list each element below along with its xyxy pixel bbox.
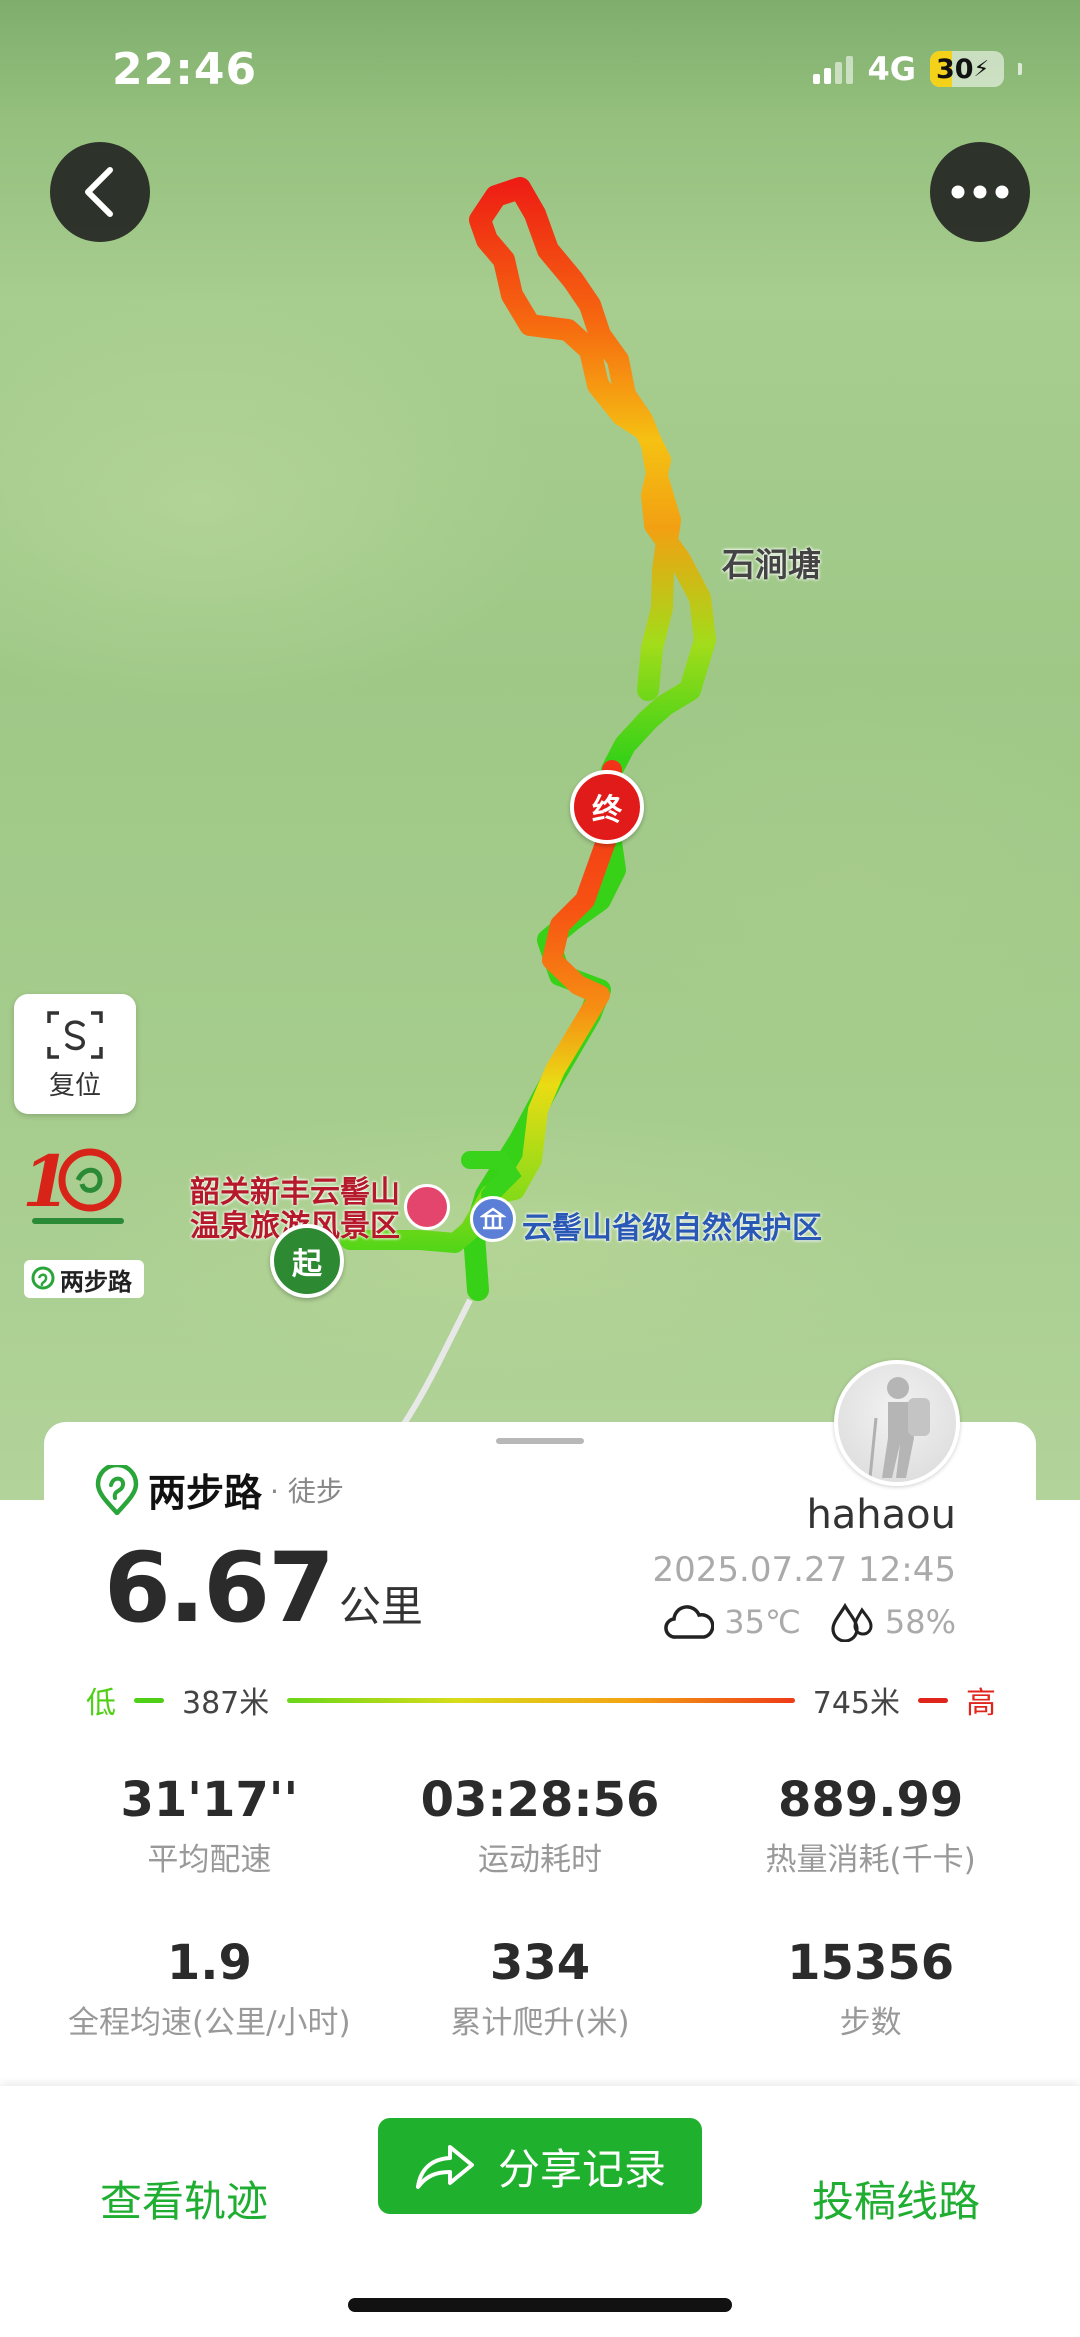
share-label: 分享记录 [497,2144,666,2194]
hiker-avatar-icon [868,1377,930,1478]
stat-value: 889.99 [778,1772,964,1828]
distance: 6.67 公里 [104,1532,423,1644]
stat-value: 03:28:56 [420,1772,660,1828]
submit-route-button[interactable]: 投稿线路 [812,2168,980,2229]
stat-label: 步数 [839,2005,902,2041]
summary-card[interactable]: 两步路 · 徒步 hahaou 2025.07.27 12:45 35℃ 58%… [44,1360,1036,2122]
distance-value: 6.67 [104,1532,335,1644]
signal-icon [813,54,854,84]
humidity: 58% [884,1603,956,1641]
stat-label: 全程均速(公里/小时) [68,2005,351,2041]
reset-view-button[interactable]: 复位 [14,994,136,1114]
recenter-icon [47,1010,103,1059]
network-type: 4G [867,50,916,88]
battery-level: 30 [936,53,974,85]
elevation-legend: 低 387米 745米 高 [86,1678,996,1722]
watermark-brand-text: 两步路 [60,1267,132,1296]
stat-calories: 889.99 热量消耗(千卡) [705,1772,1036,1879]
end-marker[interactable]: 终 [570,770,644,844]
stat-value: 31'17'' [120,1772,299,1828]
battery-icon: 30 ⚡ [930,51,1004,87]
low-color-swatch [134,1697,164,1703]
weather-info: 35℃ 58% [664,1602,956,1642]
home-indicator[interactable] [348,2298,732,2312]
elevation-high-value: 745米 [812,1686,900,1721]
activity-type: · 徒步 [270,1474,344,1508]
stat-label: 热量消耗(千卡) [765,1842,976,1878]
elevation-low-value: 387米 [182,1686,270,1721]
more-dots-icon [951,185,1009,199]
elevation-high-label: 高 [966,1686,996,1721]
share-arrow-icon [415,2145,474,2189]
brand-logo-icon [31,1266,55,1290]
stat-duration: 03:28:56 运动耗时 [375,1772,706,1879]
track-path-upper [463,177,716,1301]
chevron-left-icon [85,167,113,217]
brand-logo-icon [95,1464,139,1515]
elevation-gradient-bar [287,1697,795,1703]
reset-label: 复位 [48,1070,101,1101]
stat-avg-speed: 1.9 全程均速(公里/小时) [44,1935,375,2042]
stat-steps: 15356 步数 [705,1935,1036,2042]
spa-label-line1: 韶关新丰云髻山 [190,1175,400,1210]
map-label-village: 石涧塘 [722,545,821,584]
view-track-button[interactable]: 查看轨迹 [100,2168,268,2229]
distance-unit: 公里 [338,1582,423,1631]
temperature: 35℃ [724,1603,801,1641]
track-path-lower [340,760,622,1253]
brand-name: 两步路 [148,1471,263,1515]
track-layer [340,177,716,1432]
more-button[interactable] [930,142,1030,242]
elevation-low-label: 低 [86,1686,116,1721]
high-color-swatch [918,1697,948,1703]
drag-handle[interactable] [496,1438,584,1444]
back-button[interactable] [50,142,150,242]
stat-ascent: 334 累计爬升(米) [375,1935,706,2042]
stat-avg-pace: 31'17'' 平均配速 [44,1772,375,1879]
record-datetime: 2025.07.27 12:45 [652,1550,956,1590]
hotspring-poi-icon[interactable] [404,1184,450,1230]
watermark-brand: 两步路 [24,1260,144,1298]
stat-label: 累计爬升(米) [450,2005,630,2041]
username: hahaou [806,1492,956,1538]
map-view[interactable]: 22:46 4G 30 ⚡ 石涧塘 终 复位 1 两步路 韶关新丰云髻山 云髻山… [0,0,1080,1500]
share-button[interactable]: 分享记录 [378,2118,702,2214]
status-time: 22:46 [112,44,258,95]
cloud-icon [664,1605,715,1639]
anniversary-logo: 1 [22,1140,124,1224]
card-brand: 两步路 · 徒步 [94,1462,344,1517]
status-indicators: 4G 30 ⚡ [813,50,1022,88]
avatar[interactable] [834,1360,960,1486]
start-marker[interactable]: 起 [270,1224,344,1298]
stat-value: 1.9 [166,1935,252,1991]
stat-label: 运动耗时 [477,1842,602,1878]
reserve-poi-icon[interactable] [470,1196,516,1242]
stat-label: 平均配速 [147,1842,272,1878]
stat-value: 15356 [787,1935,955,1991]
stat-value: 334 [489,1935,591,1991]
stats-grid: 31'17'' 平均配速 03:28:56 运动耗时 889.99 热量消耗(千… [44,1772,1036,2042]
humidity-icon [831,1602,873,1642]
map-label-reserve: 云髻山省级自然保护区 [522,1211,822,1246]
road-line [397,1298,473,1432]
